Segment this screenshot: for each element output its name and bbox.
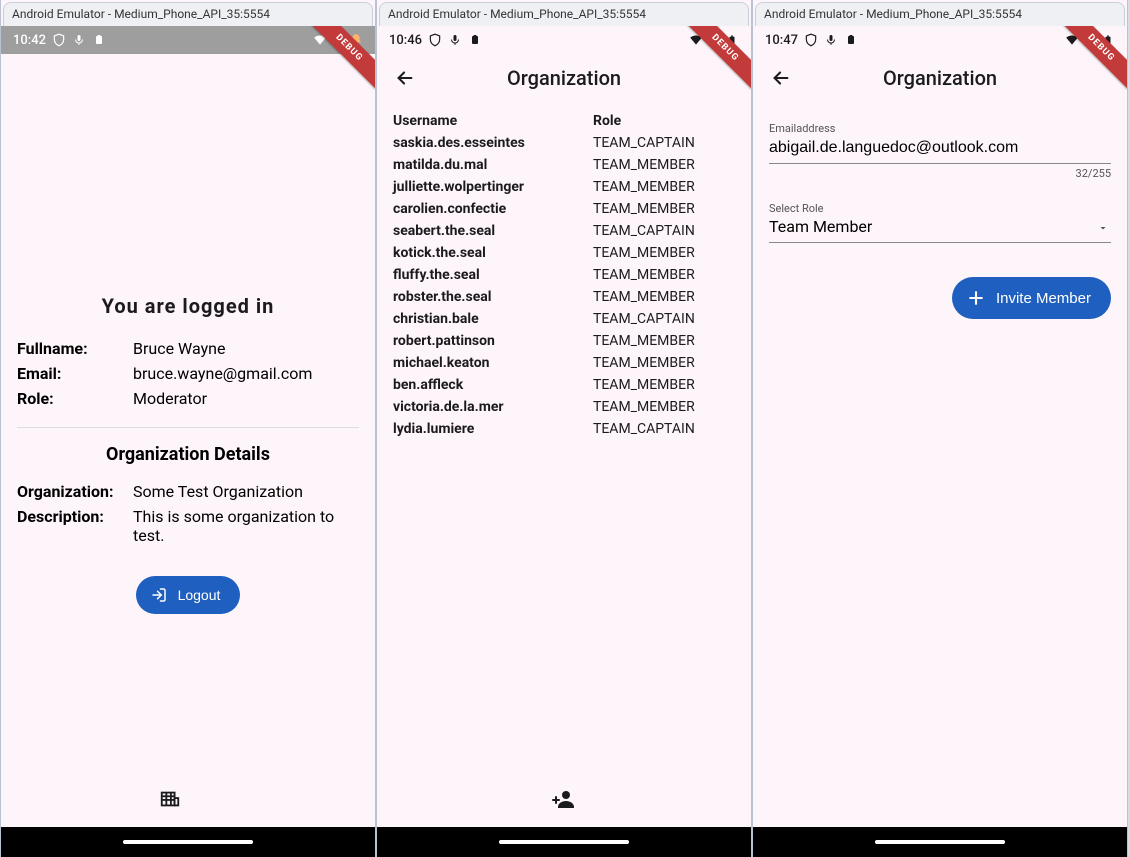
back-button[interactable] bbox=[761, 58, 801, 98]
cell-username: carolien.confectie bbox=[393, 201, 593, 217]
label-role: Role: bbox=[17, 389, 133, 408]
cell-role: TEAM_MEMBER bbox=[593, 289, 735, 305]
table-row[interactable]: lydia.lumiereTEAM_CAPTAIN bbox=[393, 418, 735, 440]
table-row[interactable]: robster.the.sealTEAM_MEMBER bbox=[393, 286, 735, 308]
table-row[interactable]: carolien.confectieTEAM_MEMBER bbox=[393, 198, 735, 220]
cell-role: TEAM_MEMBER bbox=[593, 201, 735, 217]
status-time: 10:47 bbox=[765, 33, 798, 48]
value-role: Moderator bbox=[133, 389, 359, 408]
value-fullname: Bruce Wayne bbox=[133, 339, 359, 358]
table-row[interactable]: matilda.du.malTEAM_MEMBER bbox=[393, 154, 735, 176]
window-title: Android Emulator - Medium_Phone_API_35:5… bbox=[379, 2, 749, 26]
cell-username: michael.keaton bbox=[393, 355, 593, 371]
cell-role: TEAM_CAPTAIN bbox=[593, 135, 735, 151]
cell-role: TEAM_MEMBER bbox=[593, 267, 735, 283]
table-row[interactable]: victoria.de.la.merTEAM_MEMBER bbox=[393, 396, 735, 418]
chevron-down-icon bbox=[1097, 222, 1109, 234]
invite-member-button[interactable]: Invite Member bbox=[952, 277, 1111, 319]
cell-username: christian.bale bbox=[393, 311, 593, 327]
nav-organization-icon[interactable] bbox=[156, 785, 184, 813]
cell-role: TEAM_MEMBER bbox=[593, 377, 735, 393]
cell-username: matilda.du.mal bbox=[393, 157, 593, 173]
col-role: Role bbox=[593, 113, 735, 129]
table-row[interactable]: michael.keatonTEAM_MEMBER bbox=[393, 352, 735, 374]
mic-icon bbox=[824, 33, 838, 47]
email-field[interactable]: Emailaddress 32/255 bbox=[769, 122, 1111, 164]
cell-role: TEAM_CAPTAIN bbox=[593, 421, 735, 437]
plus-icon bbox=[966, 288, 986, 308]
col-username: Username bbox=[393, 113, 593, 129]
table-row[interactable]: christian.baleTEAM_CAPTAIN bbox=[393, 308, 735, 330]
logout-button[interactable]: Logout bbox=[136, 576, 241, 614]
role-label: Select Role bbox=[769, 202, 1111, 215]
logout-label: Logout bbox=[178, 587, 221, 603]
cell-role: TEAM_MEMBER bbox=[593, 399, 735, 415]
role-select[interactable]: Select Role Team Member bbox=[769, 200, 1111, 243]
clipboard-icon bbox=[468, 33, 482, 47]
cell-username: robster.the.seal bbox=[393, 289, 593, 305]
cell-role: TEAM_MEMBER bbox=[593, 355, 735, 371]
cell-username: fluffy.the.seal bbox=[393, 267, 593, 283]
shield-icon bbox=[804, 33, 818, 47]
clipboard-icon bbox=[844, 33, 858, 47]
nav-add-person-icon[interactable] bbox=[552, 787, 576, 811]
window-title: Android Emulator - Medium_Phone_API_35:5… bbox=[755, 2, 1125, 26]
table-row[interactable]: fluffy.the.sealTEAM_MEMBER bbox=[393, 264, 735, 286]
cell-username: kotick.the.seal bbox=[393, 245, 593, 261]
value-organization: Some Test Organization bbox=[133, 482, 359, 501]
cell-username: lydia.lumiere bbox=[393, 421, 593, 437]
mic-icon bbox=[72, 33, 86, 47]
cell-role: TEAM_MEMBER bbox=[593, 157, 735, 173]
debug-ribbon: DEBUG bbox=[311, 26, 375, 90]
android-navbar[interactable] bbox=[753, 827, 1127, 857]
table-row[interactable]: kotick.the.sealTEAM_MEMBER bbox=[393, 242, 735, 264]
android-navbar[interactable] bbox=[1, 827, 375, 857]
window-title: Android Emulator - Medium_Phone_API_35:5… bbox=[3, 2, 373, 26]
cell-username: saskia.des.esseintes bbox=[393, 135, 593, 151]
divider bbox=[17, 427, 359, 428]
cell-username: robert.pattinson bbox=[393, 333, 593, 349]
cell-role: TEAM_MEMBER bbox=[593, 245, 735, 261]
android-navbar[interactable] bbox=[377, 827, 751, 857]
table-header: Username Role bbox=[393, 110, 735, 132]
status-time: 10:42 bbox=[13, 33, 46, 48]
page-title: Organization bbox=[801, 66, 1079, 90]
debug-ribbon: DEBUG bbox=[687, 26, 751, 90]
table-row[interactable]: ben.affleckTEAM_MEMBER bbox=[393, 374, 735, 396]
cell-role: TEAM_CAPTAIN bbox=[593, 223, 735, 239]
invite-label: Invite Member bbox=[996, 290, 1091, 307]
logged-in-heading: You are logged in bbox=[17, 294, 359, 318]
status-time: 10:46 bbox=[389, 33, 422, 48]
email-input[interactable] bbox=[769, 135, 1111, 164]
table-row[interactable]: robert.pattinsonTEAM_MEMBER bbox=[393, 330, 735, 352]
label-organization: Organization: bbox=[17, 482, 133, 501]
label-fullname: Fullname: bbox=[17, 339, 133, 358]
table-row[interactable]: julliette.wolpertingerTEAM_MEMBER bbox=[393, 176, 735, 198]
debug-ribbon: DEBUG bbox=[1063, 26, 1127, 90]
cell-username: julliette.wolpertinger bbox=[393, 179, 593, 195]
cell-username: victoria.de.la.mer bbox=[393, 399, 593, 415]
logout-icon bbox=[150, 586, 168, 604]
value-description: This is some organization to test. bbox=[133, 507, 359, 545]
email-label: Emailaddress bbox=[769, 122, 1111, 135]
cell-role: TEAM_MEMBER bbox=[593, 333, 735, 349]
mic-icon bbox=[448, 33, 462, 47]
shield-icon bbox=[52, 33, 66, 47]
cell-role: TEAM_CAPTAIN bbox=[593, 311, 735, 327]
email-counter: 32/255 bbox=[1076, 167, 1111, 180]
role-value: Team Member bbox=[769, 215, 1111, 236]
page-title: Organization bbox=[425, 66, 703, 90]
label-email: Email: bbox=[17, 364, 133, 383]
table-row[interactable]: saskia.des.esseintesTEAM_CAPTAIN bbox=[393, 132, 735, 154]
back-button[interactable] bbox=[385, 58, 425, 98]
cell-role: TEAM_MEMBER bbox=[593, 179, 735, 195]
cell-username: ben.affleck bbox=[393, 377, 593, 393]
label-description: Description: bbox=[17, 507, 133, 526]
clipboard-icon bbox=[92, 33, 106, 47]
value-email: bruce.wayne@gmail.com bbox=[133, 364, 359, 383]
table-row[interactable]: seabert.the.sealTEAM_CAPTAIN bbox=[393, 220, 735, 242]
cell-username: seabert.the.seal bbox=[393, 223, 593, 239]
org-heading: Organization Details bbox=[17, 444, 359, 465]
shield-icon bbox=[428, 33, 442, 47]
